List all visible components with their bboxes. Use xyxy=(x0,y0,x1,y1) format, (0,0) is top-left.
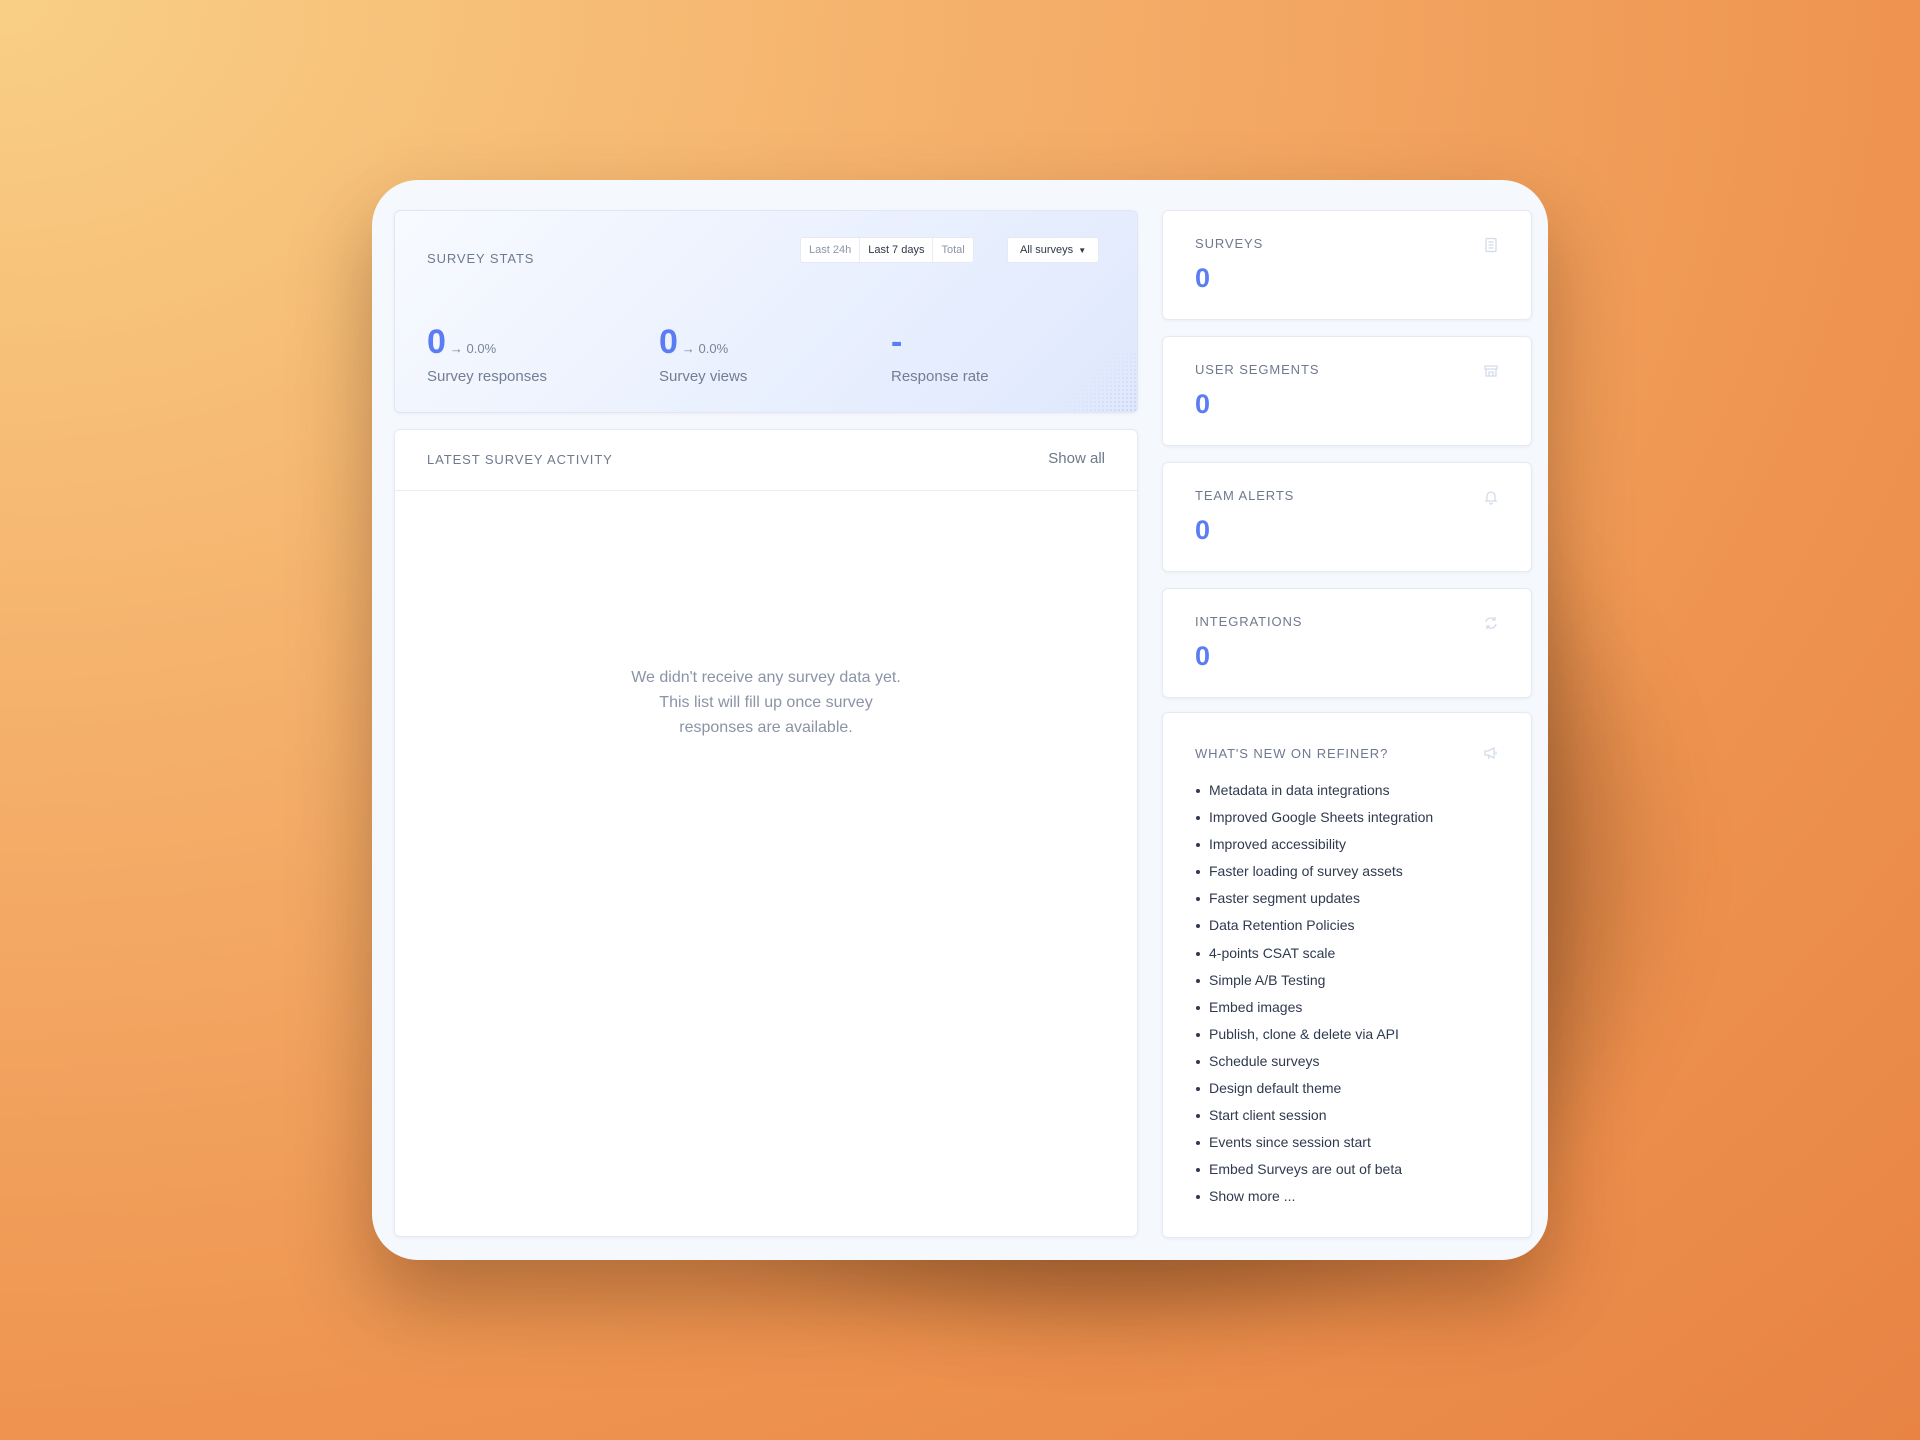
news-item[interactable]: Publish, clone & delete via API xyxy=(1195,1021,1433,1048)
sync-icon xyxy=(1483,615,1499,631)
stat-value: 0 xyxy=(427,323,446,361)
empty-line: responses are available. xyxy=(679,719,853,736)
surveys-card[interactable]: SURVEYS 0 xyxy=(1162,210,1532,320)
survey-filter-label: All surveys xyxy=(1020,244,1074,256)
news-item[interactable]: Improved Google Sheets integration xyxy=(1195,804,1433,831)
stat-survey-responses: 0 → 0.0% Survey responses xyxy=(427,323,547,385)
empty-line: We didn't receive any survey data yet. xyxy=(631,669,901,686)
stat-label: Survey responses xyxy=(427,368,548,385)
stat-label: Response rate xyxy=(891,368,989,385)
card-value: 0 xyxy=(1195,515,1211,545)
survey-stats-title: SURVEY STATS xyxy=(427,251,535,266)
survey-filter-dropdown[interactable]: All surveys ▼ xyxy=(1007,237,1100,263)
news-item[interactable]: Data Retention Policies xyxy=(1195,912,1433,939)
news-item[interactable]: Faster segment updates xyxy=(1195,885,1433,912)
news-item[interactable]: Metadata in data integrations xyxy=(1195,777,1433,804)
survey-stats-card: SURVEY STATS Last 24h Last 7 days Total … xyxy=(394,210,1138,413)
news-list: Metadata in data integrations Improved G… xyxy=(1195,777,1433,1211)
stat-value: 0 xyxy=(659,323,678,361)
stat-value: - xyxy=(891,323,903,361)
show-all-link[interactable]: Show all xyxy=(1048,450,1105,467)
card-value: 0 xyxy=(1195,641,1211,671)
news-item[interactable]: Improved accessibility xyxy=(1195,831,1433,858)
user-segments-card[interactable]: USER SEGMENTS 0 xyxy=(1162,336,1532,446)
range-last-24h[interactable]: Last 24h xyxy=(801,238,861,262)
news-item[interactable]: Events since session start xyxy=(1195,1129,1433,1156)
news-item[interactable]: Schedule surveys xyxy=(1195,1048,1433,1075)
dashboard-frame: SURVEY STATS Last 24h Last 7 days Total … xyxy=(372,180,1548,1260)
card-title: TEAM ALERTS xyxy=(1195,488,1295,503)
stat-response-rate: - Response rate xyxy=(891,323,989,385)
activity-header: LATEST SURVEY ACTIVITY Show all xyxy=(395,430,1137,491)
news-item[interactable]: Design default theme xyxy=(1195,1075,1433,1102)
news-item[interactable]: Faster loading of survey assets xyxy=(1195,858,1433,885)
news-item[interactable]: Embed Surveys are out of beta xyxy=(1195,1156,1433,1183)
whats-new-title: WHAT'S NEW ON REFINER? xyxy=(1195,746,1389,761)
news-item[interactable]: 4-points CSAT scale xyxy=(1195,940,1433,967)
range-total[interactable]: Total xyxy=(933,238,972,262)
stat-label: Survey views xyxy=(659,368,748,385)
team-alerts-card[interactable]: TEAM ALERTS 0 xyxy=(1162,462,1532,572)
integrations-card[interactable]: INTEGRATIONS 0 xyxy=(1162,588,1532,698)
news-item[interactable]: Simple A/B Testing xyxy=(1195,967,1433,994)
card-value: 0 xyxy=(1195,263,1211,293)
range-last-7-days[interactable]: Last 7 days xyxy=(860,238,934,262)
bell-icon xyxy=(1483,489,1499,505)
time-range-selector: Last 24h Last 7 days Total xyxy=(800,237,974,263)
show-more-link[interactable]: Show more ... xyxy=(1195,1183,1433,1210)
stat-delta: → 0.0% xyxy=(681,341,729,356)
dot-pattern-decoration xyxy=(1057,352,1137,412)
news-item[interactable]: Embed images xyxy=(1195,994,1433,1021)
card-value: 0 xyxy=(1195,389,1211,419)
whats-new-card: WHAT'S NEW ON REFINER? Metadata in data … xyxy=(1162,712,1532,1238)
stat-survey-views: 0 → 0.0% Survey views xyxy=(659,323,747,385)
card-title: SURVEYS xyxy=(1195,236,1264,251)
store-icon xyxy=(1483,363,1499,379)
caret-down-icon: ▼ xyxy=(1078,246,1087,255)
empty-state-message: We didn't receive any survey data yet. T… xyxy=(395,665,1137,740)
empty-line: This list will fill up once survey xyxy=(659,694,873,711)
card-title: USER SEGMENTS xyxy=(1195,362,1320,377)
latest-activity-card: LATEST SURVEY ACTIVITY Show all We didn'… xyxy=(394,429,1138,1237)
card-title: INTEGRATIONS xyxy=(1195,614,1303,629)
news-item[interactable]: Start client session xyxy=(1195,1102,1433,1129)
stat-delta: → 0.0% xyxy=(449,341,497,356)
activity-title: LATEST SURVEY ACTIVITY xyxy=(427,452,613,467)
document-icon xyxy=(1483,237,1499,253)
megaphone-icon xyxy=(1483,745,1499,761)
